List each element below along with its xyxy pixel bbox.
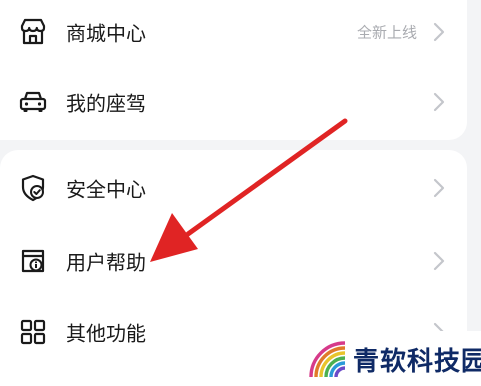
watermark: 青软科技园	[303, 331, 481, 386]
chevron-right-icon	[433, 178, 445, 198]
menu-item-mall-center[interactable]: 商城中心 全新上线	[0, 0, 467, 67]
help-info-icon	[21, 249, 45, 273]
menu-item-security-center[interactable]: 安全中心	[0, 153, 467, 223]
chevron-right-icon	[433, 22, 445, 42]
watermark-text: 青软科技园	[353, 347, 481, 377]
shield-check-icon	[21, 174, 45, 202]
menu-item-label: 商城中心	[66, 21, 146, 46]
new-launch-hint: 全新上线	[356, 23, 417, 42]
menu-item-label: 用户帮助	[66, 250, 146, 275]
grid-icon	[20, 319, 46, 345]
menu-item-user-help[interactable]: 用户帮助	[0, 226, 467, 296]
chevron-right-icon	[433, 92, 445, 112]
storefront-icon	[20, 18, 46, 45]
menu-item-my-car[interactable]: 我的座驾	[0, 67, 467, 137]
chevron-right-icon	[433, 251, 445, 271]
menu-item-label: 安全中心	[66, 177, 146, 202]
menu-item-label: 我的座驾	[66, 91, 146, 116]
menu-item-label: 其他功能	[66, 321, 146, 346]
wifi-logo-icon	[309, 341, 346, 378]
car-icon	[19, 91, 47, 112]
